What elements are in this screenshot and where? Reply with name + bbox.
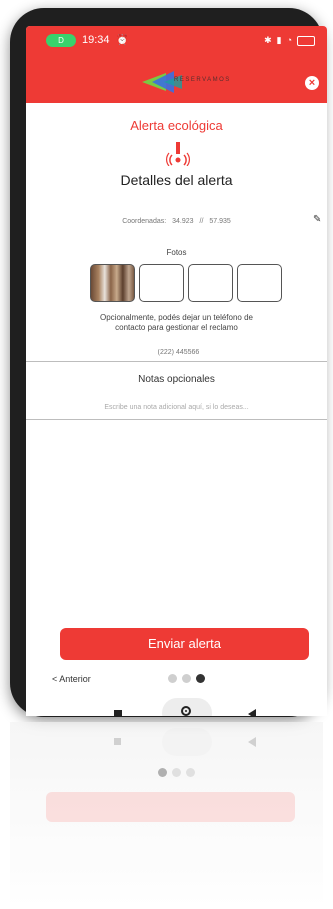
send-alert-button[interactable]: Enviar alerta [60,628,309,660]
previous-link[interactable]: < Anterior [52,674,91,684]
status-icons: ✱ ▮ ◔ [264,34,315,47]
page-dot-active [196,674,205,683]
reflection-send-button [46,792,295,822]
app-screen: D 19:34 ⏰ ✱ ▮ ◔ RESERVAMOS × Alerta ecol… [26,26,327,716]
battery-icon [297,35,315,46]
reflection-nav-back [248,737,256,747]
close-button[interactable]: × [305,76,319,90]
phone-input[interactable] [76,348,281,357]
pencil-icon[interactable]: ✎ [313,214,327,228]
home-button[interactable] [162,698,212,716]
notes-input[interactable]: Escribe una nota adicional aquí, si lo d… [66,404,287,411]
contact-helper-text: Opcionalmente, podés dejar un teléfono d… [100,313,253,332]
status-time: 19:34 [82,34,110,46]
photos-label: Fotos [166,248,187,257]
coordinates-label: Coordenadas: [122,218,167,225]
photo-slot-2[interactable] [139,264,184,302]
logo-text: RESERVAMOS [174,77,231,83]
app-logo: RESERVAMOS [142,71,232,93]
home-icon [181,706,191,716]
page-title: Alerta ecológica [130,118,223,133]
page-dot [182,674,191,683]
page-dot [168,674,177,683]
divider [26,361,327,362]
reflection-dot [186,768,195,777]
notes-title: Notas opcionales [138,374,215,385]
reflection-dots [158,768,195,777]
photo-slot-3[interactable] [188,264,233,302]
android-nav-bar [26,694,327,716]
recent-apps-button[interactable] [114,710,122,716]
reflection-dot [158,768,167,777]
photo-slot-4[interactable] [237,264,282,302]
alarm-icon: ⏰ [116,35,129,46]
reflection-nav-home [162,728,212,756]
wifi-icon: ◔ [286,35,292,45]
reflection-dot [172,768,181,777]
coordinates-row: Coordenadas: 34.923 // 57.935 [26,218,327,225]
coordinates-separator: // [199,218,204,225]
coordinates-lat: 34.923 [172,218,194,225]
photo-slot-1[interactable] [90,264,135,302]
coordinates-lng: 57.935 [209,218,231,225]
alert-broadcast-icon [166,142,190,167]
back-button[interactable] [248,709,256,716]
reflection-nav-square [114,738,121,745]
phone-reflection [10,722,323,909]
close-icon: × [308,77,316,89]
phone-frame: D 19:34 ⏰ ✱ ▮ ◔ RESERVAMOS × Alerta ecol… [10,8,327,717]
bluetooth-icon: ✱ [264,35,272,45]
divider [26,419,327,420]
signal-icon: ▮ [276,35,282,45]
battery-pill: D [46,34,76,47]
reflection-content [26,722,307,909]
status-bar: D 19:34 ⏰ ✱ ▮ ◔ [26,26,327,63]
pagination-dots [168,674,205,683]
section-title: Detalles del alerta [120,172,233,188]
app-header: RESERVAMOS × [26,63,327,103]
